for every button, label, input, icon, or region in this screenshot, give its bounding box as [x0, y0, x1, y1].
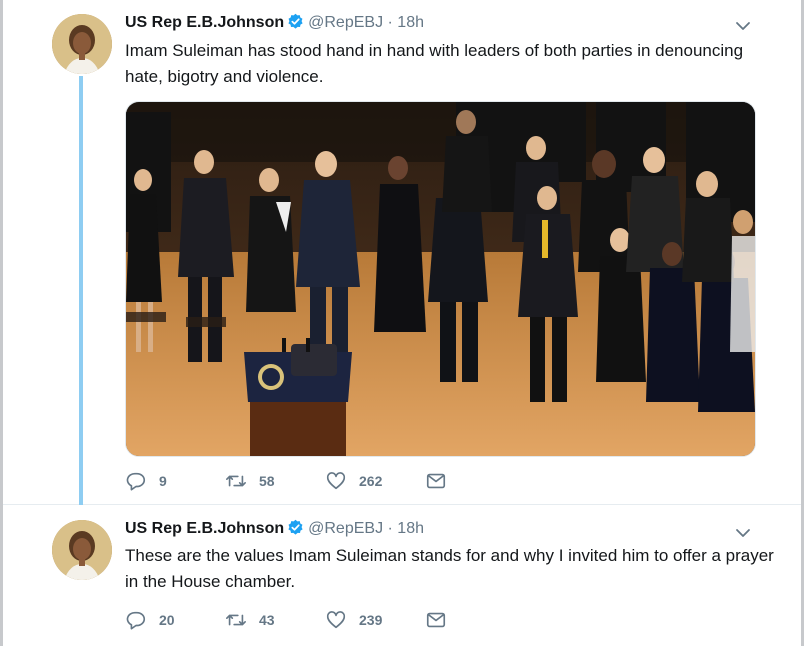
- heart-icon: [325, 609, 347, 631]
- tweet-actions: 20 43 239: [125, 609, 447, 631]
- chevron-down-icon[interactable]: [735, 18, 751, 34]
- retweet-button[interactable]: 43: [225, 609, 325, 631]
- tweet-header: US Rep E.B.Johnson @RepEBJ · 18h: [125, 13, 424, 36]
- like-count: 239: [359, 612, 383, 628]
- timestamp[interactable]: 18h: [397, 520, 424, 537]
- like-button[interactable]: 239: [325, 609, 425, 631]
- reply-count: 20: [159, 612, 175, 628]
- chevron-down-icon[interactable]: [735, 525, 751, 541]
- tweet-actions: 9 58 262: [125, 470, 447, 492]
- display-name[interactable]: US Rep E.B.Johnson: [125, 14, 284, 31]
- envelope-icon: [425, 609, 447, 631]
- heart-icon: [325, 470, 347, 492]
- like-count: 262: [359, 473, 383, 489]
- tweet-header: US Rep E.B.Johnson @RepEBJ · 18h: [125, 519, 424, 542]
- tweet[interactable]: US Rep E.B.Johnson @RepEBJ · 18h Imam Sul…: [3, 0, 801, 516]
- separator-dot: ·: [387, 520, 393, 537]
- avatar[interactable]: [52, 14, 112, 74]
- like-button[interactable]: 262: [325, 470, 425, 492]
- display-name[interactable]: US Rep E.B.Johnson: [125, 520, 284, 537]
- retweet-icon: [225, 470, 247, 492]
- reply-button[interactable]: 20: [125, 609, 225, 631]
- retweet-button[interactable]: 58: [225, 470, 325, 492]
- separator-dot: ·: [387, 14, 393, 31]
- timestamp[interactable]: 18h: [397, 14, 424, 31]
- retweet-count: 58: [259, 473, 275, 489]
- retweet-icon: [225, 609, 247, 631]
- retweet-count: 43: [259, 612, 275, 628]
- thread-connector-line: [79, 76, 83, 516]
- reply-icon: [125, 470, 147, 492]
- direct-message-button[interactable]: [425, 609, 447, 631]
- verified-badge-icon: [287, 13, 304, 36]
- direct-message-button[interactable]: [425, 470, 447, 492]
- user-handle[interactable]: @RepEBJ: [308, 14, 383, 31]
- tweet-text: Imam Suleiman has stood hand in hand wit…: [125, 41, 744, 86]
- avatar[interactable]: [52, 520, 112, 580]
- tweet[interactable]: US Rep E.B.Johnson @RepEBJ · 18h These ar…: [3, 505, 801, 646]
- tweet-text: These are the values Imam Suleiman stand…: [125, 546, 774, 591]
- reply-button[interactable]: 9: [125, 470, 225, 492]
- tweet-photo[interactable]: [125, 101, 756, 457]
- verified-badge-icon: [287, 519, 304, 542]
- reply-count: 9: [159, 473, 167, 489]
- reply-icon: [125, 609, 147, 631]
- envelope-icon: [425, 470, 447, 492]
- user-handle[interactable]: @RepEBJ: [308, 520, 383, 537]
